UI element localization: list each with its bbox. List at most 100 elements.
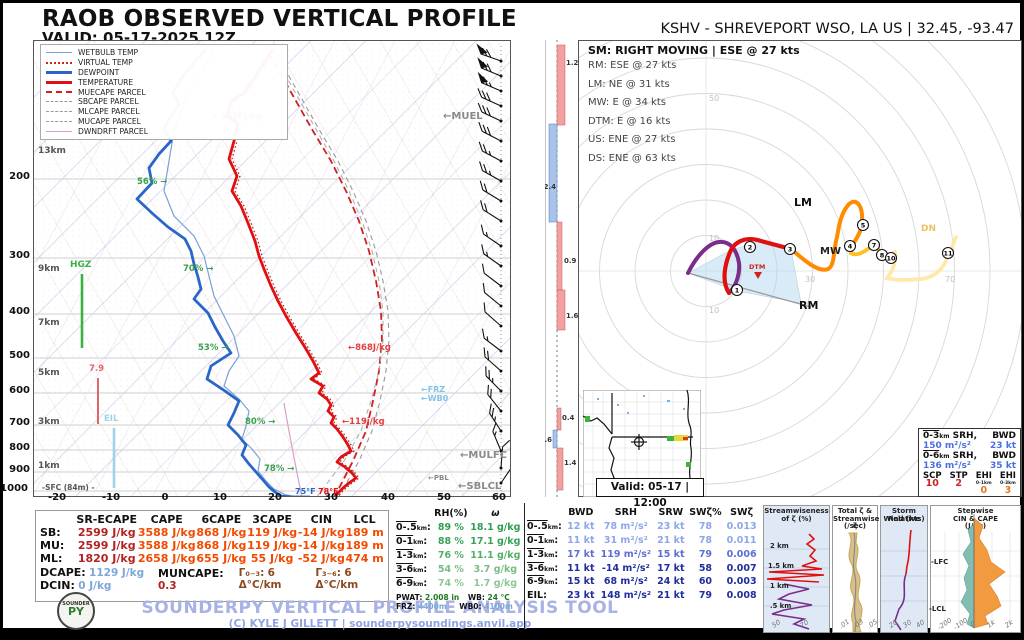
legend-label: TEMPERATURE <box>78 78 133 87</box>
hodo-marker: 5 <box>858 220 869 231</box>
hodo-marker: 4 <box>845 241 856 252</box>
table-row: MU: 2599 J/kg 3588 J/kg 868 J/kg 119 J/k… <box>40 539 384 552</box>
ring-label: 70 <box>945 275 955 284</box>
pbl-annotation: ←PBL <box>428 474 449 482</box>
wb-label: WB: <box>468 593 485 602</box>
omega-bar-up <box>557 448 563 490</box>
svg-text:8: 8 <box>880 252 885 260</box>
pressure-tick: 900 <box>2 464 30 475</box>
temp-tick: 10 <box>213 492 227 503</box>
skewt-legend: WETBULB TEMP VIRTUAL TEMP DEWPOINT TEMPE… <box>40 44 288 140</box>
svg-text:11: 11 <box>943 250 953 258</box>
muncape-value: 0.3 <box>158 580 177 592</box>
legend-label: MUCAPE PARCEL <box>78 117 141 126</box>
mover-line: MW: E @ 34 kts <box>588 94 800 113</box>
sfc-label: -SFC (84m) - <box>42 483 95 492</box>
thermo-table: SR-ECAPE CAPE 6CAPE 3CAPE CIN LCL SB: 25… <box>35 510 389 602</box>
station-title: KSHV - SHREVEPORT WSO, LA US | 32.45, -9… <box>660 21 1014 37</box>
svg-text:7: 7 <box>872 242 877 250</box>
temp-tick: -10 <box>102 492 120 503</box>
omega-panel: 1.2 -2.4 0.9 1.6 0.4 -0.6 1.4 <box>545 40 578 497</box>
thermo-header: 6CAPE <box>196 513 247 526</box>
table-row: 1-3km:76 %11.1 g/kg <box>396 548 522 562</box>
hgz-label: HGZ <box>70 260 91 270</box>
height-label: 3km <box>38 417 60 427</box>
srh-summary-box: 0-3km SRH, BWD 150 m²/s² 23 kt 0-6km SRH… <box>918 428 1021 497</box>
bwd-0-3-value: 23 kt <box>990 441 1016 451</box>
sig-level-label: 7.9 <box>89 364 104 374</box>
pressure-tick: 300 <box>2 250 30 261</box>
srh-0-6-value: 136 m²/s² <box>923 461 971 471</box>
mover-line: DS: ENE @ 63 kts <box>588 150 800 169</box>
table-row: 0-1km:88 %17.1 g/kg <box>396 534 522 548</box>
rh70-annotation: 70% → <box>183 264 213 274</box>
wb0-value: 4100m <box>484 602 513 611</box>
ehi01-value: 0 <box>976 487 992 494</box>
omega-value: 1.6 <box>566 312 578 320</box>
total-zeta-plot: Total ζ & Streamwise ζ (/sec) .01 .03 .0… <box>832 505 878 633</box>
mover-line: DTM: E @ 16 kts <box>588 113 800 132</box>
cape6-annotation: ←868J/kg <box>348 343 391 353</box>
stp-value: 2 <box>950 480 968 487</box>
map-valid-label: Valid: 05-17 | 12:00 <box>596 478 704 497</box>
stepwise-cape-plot: Stepwise CIN & CAPE (J/kg) -200 -100 0 1… <box>930 505 1021 633</box>
legend-label: MLCAPE PARCEL <box>78 107 140 116</box>
sfc-dewpoint-label: 75°F <box>295 487 316 496</box>
frz-value: 4400m <box>418 602 447 611</box>
srw-plot: Storm Relative Wind (kts) 20 30 40 <box>880 505 928 633</box>
height-label: 7km <box>38 318 60 328</box>
thermo-header: LCL <box>345 513 384 526</box>
srw-upper-line <box>906 530 911 574</box>
temp-tick: 40 <box>381 492 395 503</box>
height-label: 13km <box>38 146 66 156</box>
logo-text-main: PY <box>59 607 93 617</box>
mover-line: US: ENE @ 27 kts <box>588 131 800 150</box>
eil-label: EIL <box>104 414 118 424</box>
legend-line-wetbulb <box>46 52 72 53</box>
lapse-rate-3-6-label: Γ₃₋₆: <box>315 567 341 579</box>
lcl-label: -LCL <box>929 605 946 613</box>
ehi03-header: EHI <box>1000 473 1016 480</box>
mulfc-annotation: ←MULFC <box>460 450 507 461</box>
omega-bar-up <box>557 45 565 125</box>
pressure-tick: 400 <box>2 306 30 317</box>
bwd-0-6-label: BWD <box>992 451 1016 461</box>
omega-bar-down <box>549 124 557 222</box>
streamwiseness-plot: Streamwiseness of ζ (%) 2 km 1.5 km 1 km… <box>763 505 830 633</box>
temp-tick: 0 <box>162 492 169 503</box>
sounderpy-figure: RAOB OBSERVED VERTICAL PROFILE VALID: 05… <box>0 0 1024 640</box>
rh56-annotation: 56% → <box>137 177 167 187</box>
dcape-value: 1129 J/kg <box>89 567 144 579</box>
svg-text:4: 4 <box>848 243 853 251</box>
hodo-trace-1-3km <box>791 202 862 270</box>
ring-label: 30 <box>805 275 815 284</box>
scp-value: 10 <box>923 480 942 487</box>
omega-value: -2.4 <box>545 183 556 191</box>
svg-text:1: 1 <box>735 287 740 295</box>
rh78-annotation: 78% → <box>264 464 294 474</box>
omega-value: 1.2 <box>566 59 578 67</box>
srh-0-3-value: 150 m²/s² <box>923 441 971 451</box>
table-row: 3-6km:54 %3.7 g/kg <box>396 562 522 576</box>
thermo-header: CIN <box>298 513 346 526</box>
mover-line: RM: ESE @ 27 kts <box>588 57 800 76</box>
wb0-label: WB0: <box>459 602 481 611</box>
frz-label: FRZ: <box>396 602 415 611</box>
legend-line-sbcape <box>46 101 72 102</box>
omega-bar-up <box>557 290 565 330</box>
height-label: 9km <box>38 264 60 274</box>
svg-text:3: 3 <box>788 246 793 254</box>
table-row: 6-9km:15 kt68 m²/s²24 kt600.003 <box>527 575 759 589</box>
omega-value: -0.6 <box>545 436 552 444</box>
muncape-label: MUNCAPE: <box>158 567 224 580</box>
legend-line-mucape <box>46 121 72 122</box>
table-row: 1-3km:17 kt119 m²/s²15 kt790.006 <box>527 547 759 561</box>
pwat-value: 2.008 in <box>425 593 459 602</box>
temp-tick: 20 <box>268 492 282 503</box>
ytick: .5 km <box>770 602 791 610</box>
legend-line-mlcape <box>46 111 72 112</box>
table-row: 0-.5km:89 %18.1 g/kg <box>396 520 522 534</box>
dcin-value: 0 J/kg <box>78 580 111 592</box>
hodo-marker: 11 <box>943 248 954 259</box>
legend-label: DEWPOINT <box>78 68 119 77</box>
